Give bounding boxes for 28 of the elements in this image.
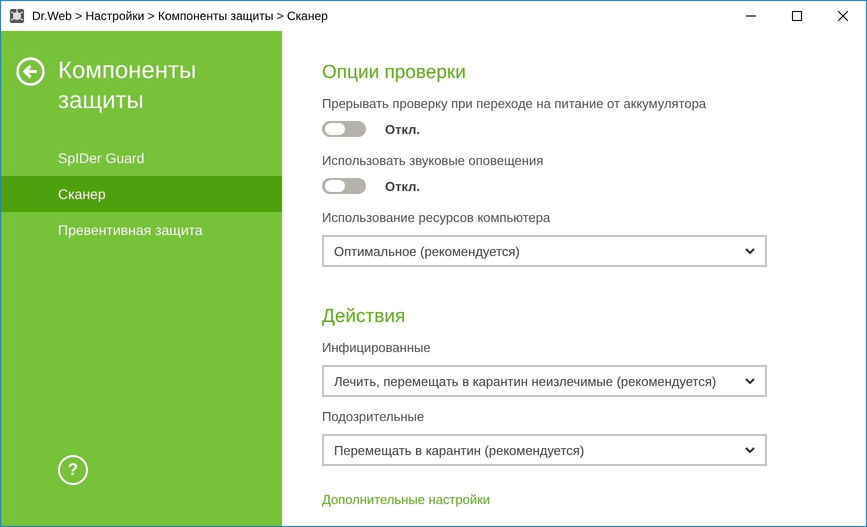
window-title: Dr.Web > Настройки > Компоненты защиты > Сканер	[32, 9, 328, 23]
sidebar-item[interactable]: SpIDer Guard	[1, 140, 282, 176]
section-heading: Действия	[322, 305, 406, 329]
maximize-icon	[792, 11, 802, 21]
dropdown[interactable]: Перемещать в карантин (рекомендуется)	[322, 434, 767, 466]
sidebar-item[interactable]: Сканер	[1, 176, 282, 212]
dropdown[interactable]: Лечить, перемещать в карантин неизлечимые (рекомендуется)	[322, 365, 767, 397]
toggle-switch[interactable]	[322, 121, 366, 137]
section-heading: Опции проверки	[322, 61, 466, 85]
advanced-settings-link[interactable]: Дополнительные настройки	[322, 492, 490, 507]
help-button[interactable]: ?	[58, 455, 88, 485]
app-logo-icon	[9, 8, 25, 24]
setting-label: Прерывать проверку при переходе на питание от аккумулятора	[322, 96, 706, 112]
chevron-down-icon	[745, 248, 755, 254]
setting-label: Инфицированные	[322, 340, 431, 356]
chevron-down-icon	[745, 447, 755, 453]
setting-label: Подозрительные	[322, 409, 424, 425]
setting-label: Использование ресурсов компьютера	[322, 210, 550, 226]
toggle-state: Откл.	[385, 122, 420, 136]
toggle-switch[interactable]	[322, 178, 366, 194]
close-icon	[838, 11, 848, 21]
setting-label: Использовать звуковые оповещения	[322, 153, 544, 169]
dropdown[interactable]: Оптимальное (рекомендуется)	[322, 235, 767, 267]
sidebar-item[interactable]: Превентивная защита	[1, 212, 282, 248]
toggle-state: Откл.	[385, 178, 420, 194]
back-icon[interactable]	[16, 57, 45, 86]
chevron-down-icon	[745, 378, 755, 384]
sidebar-title: Компоненты защиты	[58, 56, 198, 116]
